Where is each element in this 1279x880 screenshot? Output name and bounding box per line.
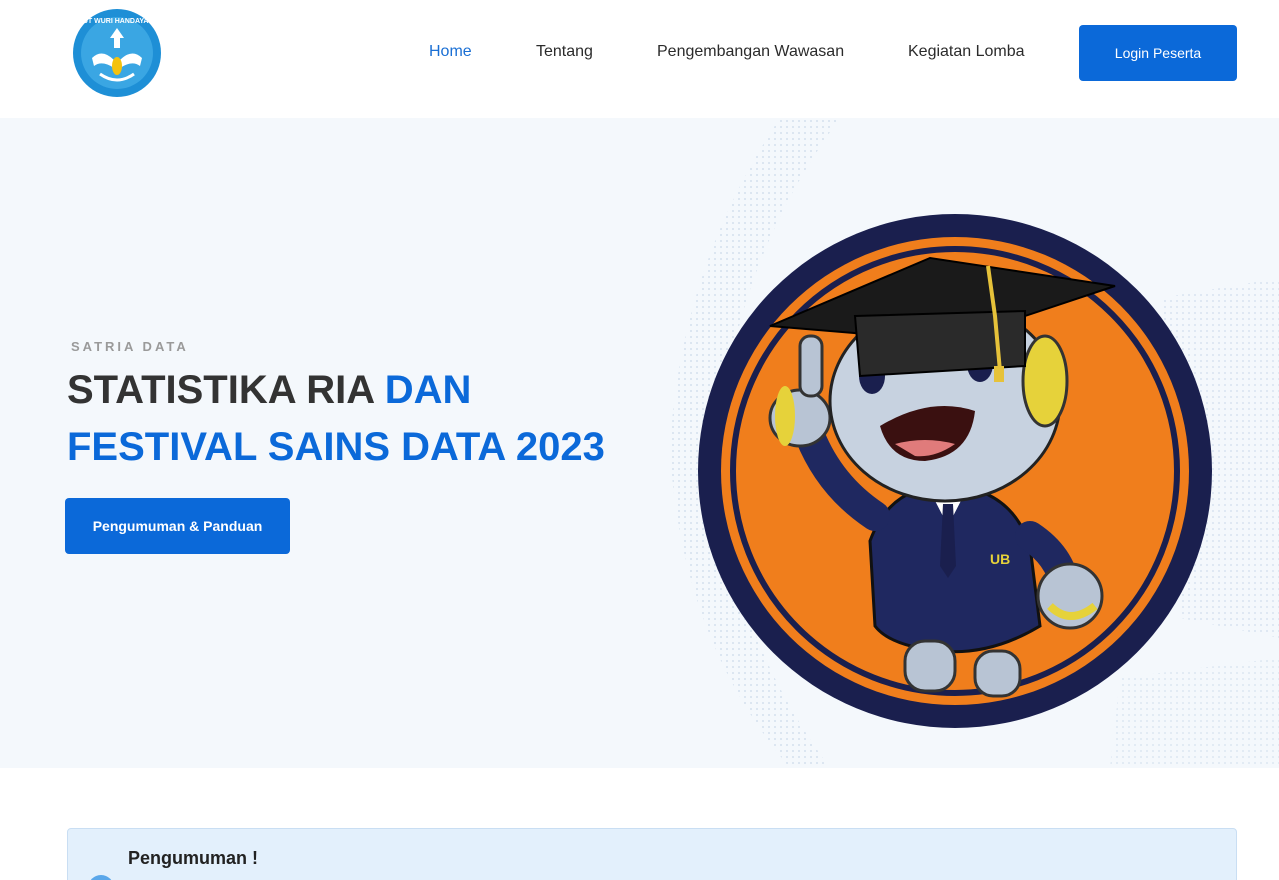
nav-tentang[interactable]: Tentang bbox=[536, 43, 593, 61]
site-header: TUT WURI HANDAYANI Home Tentang Pengemba… bbox=[0, 0, 1279, 118]
nav-kegiatan-lomba[interactable]: Kegiatan Lomba bbox=[908, 43, 1025, 61]
hero-section: SATRIA DATA STATISTIKA RIA DAN FESTIVAL … bbox=[0, 118, 1279, 768]
nav-home[interactable]: Home bbox=[429, 43, 472, 61]
pengumuman-panduan-button[interactable]: Pengumuman & Panduan bbox=[65, 498, 290, 554]
info-icon bbox=[88, 875, 114, 880]
login-peserta-button[interactable]: Login Peserta bbox=[1079, 25, 1237, 81]
hero-title-dark: STATISTIKA RIA bbox=[67, 368, 385, 412]
hero-title: STATISTIKA RIA DAN FESTIVAL SAINS DATA 2… bbox=[67, 362, 667, 476]
announcement-box: Pengumuman ! bbox=[67, 828, 1237, 880]
graduate-robot-mascot: UB bbox=[698, 214, 1212, 728]
nav-pengembangan-wawasan[interactable]: Pengembangan Wawasan bbox=[657, 43, 844, 61]
mascot-badge-text: UB bbox=[990, 551, 1010, 567]
logo-text: TUT WURI HANDAYANI bbox=[79, 18, 156, 25]
hero-eyebrow: SATRIA DATA bbox=[71, 339, 189, 354]
announcement-title: Pengumuman ! bbox=[128, 848, 259, 868]
